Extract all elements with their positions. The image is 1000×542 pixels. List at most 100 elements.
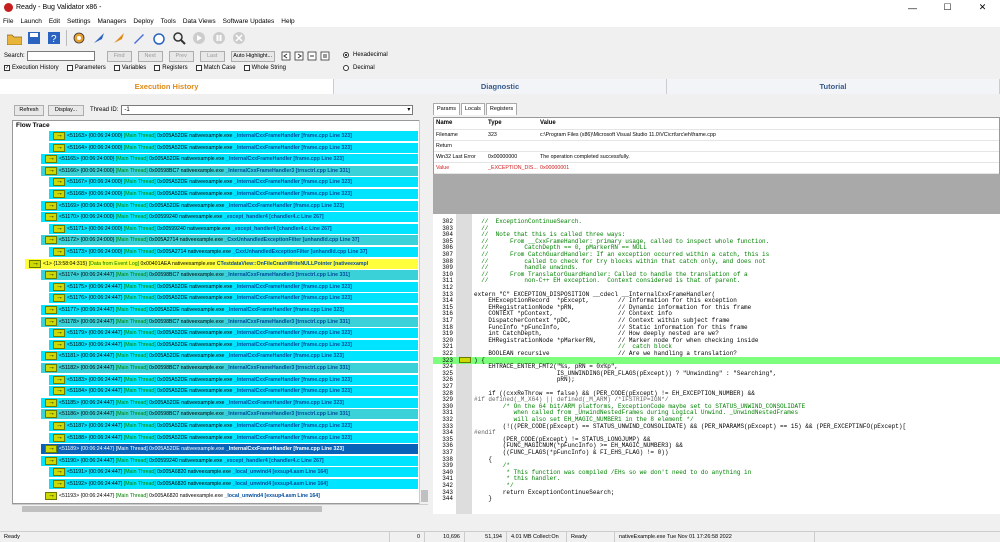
edit-pen-icon[interactable] (131, 30, 147, 46)
open-folder-icon[interactable] (6, 30, 22, 46)
code-line: pRN); (474, 376, 575, 384)
attach-rocket-icon[interactable] (111, 30, 127, 46)
flow-trace-row[interactable]: <51178> {00:06:24:447} [Main Thread] 0x0… (41, 316, 418, 327)
flow-trace-row[interactable]: <51165> {00:06:24:000} [Main Thread] 0x0… (41, 154, 418, 165)
next-button[interactable]: Next (137, 50, 163, 62)
flow-trace-row[interactable]: <51186> {00:06:24:447} [Main Thread] 0x0… (41, 409, 418, 420)
maximize-button[interactable]: ☐ (930, 0, 965, 15)
hscroll-thumb[interactable] (22, 506, 322, 512)
params-row[interactable]: Win32 Last Error 0x00000000 The operation … (434, 151, 999, 163)
params-row[interactable]: Filename 323 c:\Program Files (x86)\Micros… (434, 129, 999, 141)
menu-tools[interactable]: Tools (161, 18, 176, 25)
settings-gear-icon[interactable] (71, 30, 87, 46)
stop-icon[interactable] (231, 30, 247, 46)
flow-trace-row[interactable]: <51181> {00:06:24:447} [Main Thread] 0x0… (41, 351, 418, 362)
close-button[interactable]: ✕ (965, 0, 1000, 15)
match-case-checkbox[interactable]: Match Case (195, 65, 236, 71)
flow-trace-row[interactable]: <51185> {00:06:24:447} [Main Thread] 0x0… (41, 397, 418, 408)
search-combobox[interactable] (26, 51, 95, 61)
menu-deploy[interactable]: Deploy (133, 18, 153, 25)
row-function: _InternalCxxFrameHandler [frame.cpp Line… (225, 399, 344, 406)
menu-managers[interactable]: Managers (98, 18, 127, 25)
find-button[interactable]: Find (106, 50, 132, 62)
flow-trace-row[interactable]: <51163> {00:06:24:000} [Main Thread] 0x0… (49, 131, 418, 141)
row-function: _InternalCxxFrameHandler [frame.cpp Line… (233, 144, 352, 151)
minimize-button[interactable]: — (895, 0, 930, 15)
params-row[interactable]: Value _EXCEPTION_DIS... 0x00000001 (434, 162, 999, 174)
display-button[interactable]: Display... (48, 104, 84, 116)
tab-tutorial[interactable]: Tutorial (667, 79, 1000, 94)
menu-software-updates[interactable]: Software Updates (223, 18, 275, 25)
variables-checkbox[interactable]: Variables (113, 65, 146, 71)
row-thread: [Main Thread] (123, 283, 156, 290)
flow-trace-row[interactable]: <51172> {00:06:24:000} [Main Thread] 0x0… (41, 235, 418, 246)
decimal-radio[interactable]: Decimal (343, 65, 375, 71)
row-thread: [Main Thread] (115, 272, 148, 279)
flow-trace-row[interactable]: <51170> {00:06:24:000} [Main Thread] 0x0… (41, 212, 418, 223)
parameters-checkbox[interactable]: Parameters (66, 65, 106, 71)
flow-trace-row[interactable]: <51174> {00:06:24:447} [Main Thread] 0x0… (41, 270, 418, 281)
flow-trace-row[interactable]: <51189> {00:06:24:447} [Main Thread] 0x0… (41, 444, 418, 455)
highlight-options-icon[interactable] (320, 51, 330, 61)
highlight-next-icon[interactable] (294, 51, 304, 61)
flow-trace-row[interactable]: <51188> {00:06:24:447} [Main Thread] 0x0… (49, 432, 418, 443)
menu-help[interactable]: Help (281, 18, 294, 25)
flow-trace-row[interactable]: <51193> {00:06:24:447} [Main Thread] 0x0… (41, 490, 418, 501)
menu-edit[interactable]: Edit (49, 18, 60, 25)
registers-checkbox[interactable]: Registers (154, 65, 188, 71)
flow-trace-horizontal-scrollbar[interactable] (12, 504, 428, 513)
flow-trace-row[interactable]: <1> {13:58:04:315} [Data from Event Log]… (25, 258, 418, 269)
tab-params[interactable]: Params (433, 103, 460, 115)
flow-trace-row[interactable]: <51176> {00:06:24:447} [Main Thread] 0x0… (49, 293, 418, 304)
prev-button[interactable]: Prev (168, 50, 194, 62)
menu-data-views[interactable]: Data Views (183, 18, 216, 25)
tab-diagnostic[interactable]: Diagnostic (334, 79, 667, 94)
hexadecimal-radio[interactable]: Hexadecimal (343, 52, 388, 58)
call-arrow-icon (45, 166, 57, 176)
flow-trace-row[interactable]: <51167> {00:06:24:000} [Main Thread] 0x0… (49, 177, 418, 188)
flow-trace-row[interactable]: <51168> {00:06:24:000} [Main Thread] 0x0… (49, 189, 418, 199)
flow-trace-row[interactable]: <51192> {00:06:24:447} [Main Thread] 0x0… (49, 479, 418, 489)
whole-string-checkbox[interactable]: Whole String (243, 65, 286, 71)
auto-highlight-button[interactable]: Auto Highlight... (230, 50, 275, 62)
flow-trace-row[interactable]: <51173> {00:06:24:000} [Main Thread] 0x0… (49, 247, 418, 257)
menu-launch[interactable]: Launch (20, 18, 41, 25)
flow-trace-row[interactable]: <51183> {00:06:24:447} [Main Thread] 0x0… (49, 374, 418, 385)
menu-file[interactable]: File (3, 18, 13, 25)
refresh-button[interactable]: Refresh (14, 104, 44, 116)
thread-id-select[interactable]: -1 ▾ (121, 105, 414, 115)
flow-trace-row[interactable]: <51169> {00:06:24:000} [Main Thread] 0x0… (41, 200, 418, 211)
execution-history-checkbox[interactable]: ✓ Execution History (4, 65, 59, 71)
flow-trace-row[interactable]: <51177> {00:06:24:447} [Main Thread] 0x0… (41, 305, 418, 315)
scroll-thumb[interactable] (421, 490, 428, 502)
pause-icon[interactable] (211, 30, 227, 46)
flow-trace-row[interactable]: <51179> {00:06:24:447} [Main Thread] 0x0… (49, 328, 418, 339)
tab-registers[interactable]: Registers (485, 103, 518, 115)
last-button[interactable]: Last (199, 50, 225, 62)
save-icon[interactable] (26, 30, 42, 46)
call-arrow-icon (45, 363, 57, 373)
help-icon[interactable]: ? (46, 30, 62, 46)
menu-settings[interactable]: Settings (67, 18, 91, 25)
flow-trace-row[interactable]: <51182> {00:06:24:447} [Main Thread] 0x0… (41, 363, 418, 373)
flow-trace-row[interactable]: <51166> {00:06:24:000} [Main Thread] 0x0… (41, 165, 418, 176)
flow-trace-row[interactable]: <51171> {00:06:24:000} [Main Thread] 0x0… (49, 223, 418, 234)
flow-trace-row[interactable]: <51180> {00:06:24:447} [Main Thread] 0x0… (49, 339, 418, 350)
highlight-clear-icon[interactable] (307, 51, 317, 61)
timer-icon[interactable] (151, 30, 167, 46)
flow-trace-vertical-scrollbar[interactable] (419, 120, 428, 504)
flow-trace-row[interactable]: <51190> {00:06:24:447} [Main Thread] 0x0… (41, 455, 418, 466)
flow-trace-row[interactable]: <51184> {00:06:24:447} [Main Thread] 0x0… (49, 386, 418, 397)
launch-rocket-icon[interactable] (91, 30, 107, 46)
tab-execution-history[interactable]: Execution History (0, 79, 334, 94)
row-thread: [Main Thread] (123, 423, 156, 429)
search-magnifier-icon[interactable] (171, 30, 187, 46)
highlight-prev-icon[interactable] (281, 51, 291, 61)
play-icon[interactable] (191, 30, 207, 46)
tab-locals[interactable]: Locals (460, 103, 485, 115)
flow-trace-row[interactable]: <51187> {00:06:24:447} [Main Thread] 0x0… (49, 421, 418, 431)
flow-trace-row[interactable]: <51175> {00:06:24:447} [Main Thread] 0x0… (49, 281, 418, 292)
flow-trace-row[interactable]: <51164> {00:06:24:000} [Main Thread] 0x0… (49, 142, 418, 153)
params-row[interactable]: Return (434, 140, 999, 152)
flow-trace-row[interactable]: <51191> {00:06:24:447} [Main Thread] 0x0… (49, 467, 418, 478)
